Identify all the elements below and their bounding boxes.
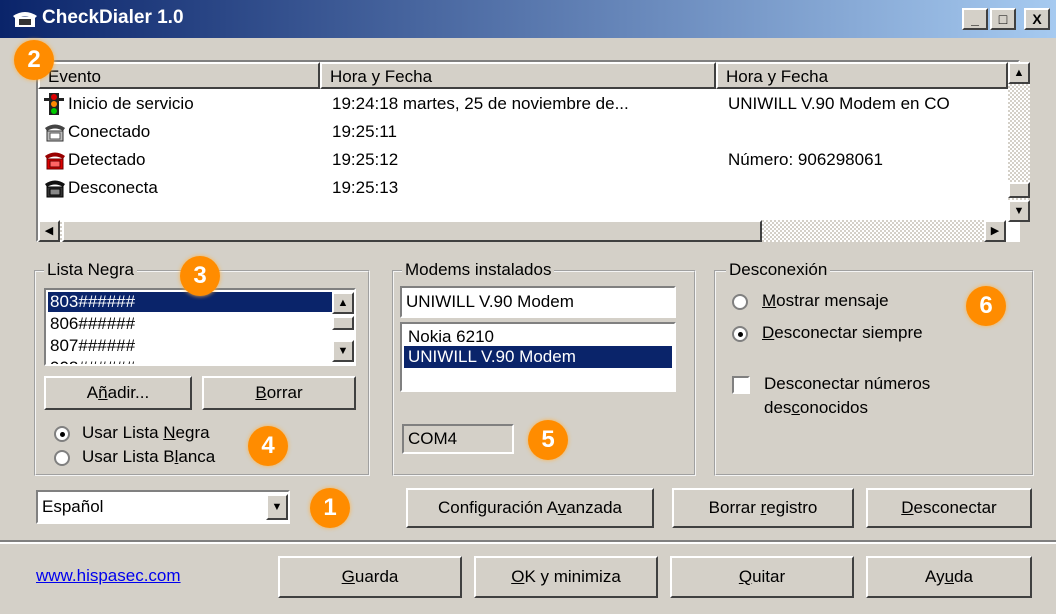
list-item[interactable]: 803###### <box>48 292 332 312</box>
list-item[interactable]: Detectado 19:25:12 Número: 906298061 <box>42 146 1010 174</box>
show-message-radio[interactable] <box>732 294 748 310</box>
show-message-label[interactable]: Mostrar mensaje <box>762 291 889 311</box>
unknown-numbers-label-2[interactable]: desconocidos <box>764 398 868 418</box>
event-time: 19:24:18 martes, 25 de noviembre de... <box>332 94 629 113</box>
delete-button[interactable]: Borrar <box>202 376 356 410</box>
blacklist-listbox[interactable]: 803###### 806###### 807###### 908###### … <box>44 288 356 366</box>
quit-button[interactable]: Quitar <box>670 556 854 598</box>
divider <box>0 540 1056 544</box>
scroll-thumb[interactable] <box>1008 182 1030 198</box>
scroll-up-icon[interactable]: ▲ <box>1008 62 1030 84</box>
event-list-vscroll[interactable]: ▲ ▼ <box>1008 62 1030 222</box>
traffic-light-icon <box>44 93 64 115</box>
ok-minimize-button[interactable]: OK y minimiza <box>474 556 658 598</box>
window-title: CheckDialer 1.0 <box>42 7 184 28</box>
com-port-field: COM4 <box>402 424 514 454</box>
event-name: Inicio de servicio <box>68 94 194 113</box>
list-item[interactable]: Inicio de servicio 19:24:18 martes, 25 d… <box>42 90 1010 118</box>
callout-badge-3: 3 <box>180 256 220 296</box>
event-name: Conectado <box>68 122 151 141</box>
scroll-down-icon[interactable]: ▼ <box>1008 200 1030 222</box>
blacklist-group-label: Lista Negra <box>44 260 137 280</box>
column-header-info[interactable]: Hora y Fecha <box>716 62 1008 89</box>
disconnect-button[interactable]: Desconectar <box>866 488 1032 528</box>
modems-listbox[interactable]: Nokia 6210 UNIWILL V.90 Modem <box>400 322 676 392</box>
language-select[interactable]: Español ▼ <box>36 490 290 524</box>
callout-badge-1: 1 <box>310 488 350 528</box>
event-list[interactable]: Evento Hora y Fecha Hora y Fecha Inicio … <box>36 60 1020 242</box>
current-modem-field[interactable]: UNIWILL V.90 Modem <box>400 286 676 318</box>
use-blacklist-label[interactable]: Usar Lista Negra <box>82 423 210 443</box>
list-item[interactable]: 807###### <box>50 336 135 356</box>
add-button[interactable]: Añadir... <box>44 376 192 410</box>
hscroll-thumb[interactable] <box>62 220 762 242</box>
modems-group-label: Modems instalados <box>402 260 555 280</box>
language-value: Español <box>42 497 104 516</box>
minimize-button[interactable]: _ <box>962 8 988 30</box>
event-time: 19:25:11 <box>332 122 397 141</box>
use-whitelist-label[interactable]: Usar Lista Blanca <box>82 447 215 467</box>
column-header-event[interactable]: Evento <box>38 62 320 89</box>
event-time: 19:25:12 <box>332 150 399 169</box>
title-bar[interactable]: CheckDialer 1.0 _ □ X <box>0 0 1056 38</box>
list-item[interactable]: Nokia 6210 <box>408 326 494 348</box>
list-item[interactable]: Desconecta 19:25:13 <box>42 174 1010 202</box>
scroll-down-icon[interactable]: ▼ <box>332 340 354 362</box>
always-disconnect-radio[interactable] <box>732 326 748 342</box>
list-item[interactable]: 806###### <box>50 314 135 334</box>
scroll-left-icon[interactable]: ◀ <box>38 220 60 242</box>
scroll-up-icon[interactable]: ▲ <box>332 292 354 314</box>
scroll-right-icon[interactable]: ▶ <box>984 220 1006 242</box>
list-item[interactable]: UNIWILL V.90 Modem <box>404 346 672 368</box>
maximize-button[interactable]: □ <box>990 8 1016 30</box>
event-info: Número: 906298061 <box>728 150 884 169</box>
list-item[interactable]: 908###### <box>50 358 135 364</box>
chevron-down-icon[interactable]: ▼ <box>266 494 288 520</box>
close-button[interactable]: X <box>1024 8 1050 30</box>
phone-icon <box>13 12 37 27</box>
save-button[interactable]: Guarda <box>278 556 462 598</box>
column-header-time[interactable]: Hora y Fecha <box>320 62 716 89</box>
event-info: UNIWILL V.90 Modem en CO <box>728 94 950 113</box>
unknown-numbers-checkbox[interactable] <box>732 376 750 394</box>
callout-badge-4: 4 <box>248 426 288 466</box>
disconnect-group-label: Desconexión <box>726 260 831 280</box>
use-blacklist-radio[interactable] <box>54 426 70 442</box>
use-whitelist-radio[interactable] <box>54 450 70 466</box>
advanced-settings-button[interactable]: Configuración Avanzada <box>406 488 654 528</box>
list-item[interactable]: Conectado 19:25:11 <box>42 118 1010 146</box>
callout-badge-6: 6 <box>966 286 1006 326</box>
event-name: Desconecta <box>68 178 158 197</box>
help-button[interactable]: Ayuda <box>866 556 1032 598</box>
clear-log-button[interactable]: Borrar registro <box>672 488 854 528</box>
scroll-thumb[interactable] <box>332 316 354 330</box>
callout-badge-5: 5 <box>528 420 568 460</box>
event-list-hscroll[interactable]: ◀ ▶ <box>38 220 1006 242</box>
event-name: Detectado <box>68 150 146 169</box>
unknown-numbers-label-1[interactable]: Desconectar números <box>764 374 930 394</box>
phone-red-icon <box>45 152 65 170</box>
hispasec-link[interactable]: www.hispasec.com <box>36 566 181 586</box>
phone-black-icon <box>45 180 65 198</box>
callout-badge-2: 2 <box>14 40 54 80</box>
event-time: 19:25:13 <box>332 178 399 197</box>
phone-gray-icon <box>45 124 65 142</box>
always-disconnect-label[interactable]: Desconectar siempre <box>762 323 923 343</box>
